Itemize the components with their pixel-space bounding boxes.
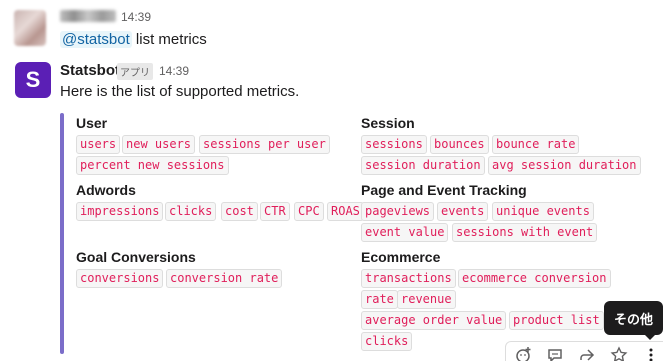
metric-tag: cost xyxy=(221,202,258,221)
message-timestamp[interactable]: 14:39 xyxy=(121,10,151,24)
metric-tag: unique events xyxy=(492,202,594,221)
attachment-color-bar xyxy=(60,113,64,354)
message-body: list metrics xyxy=(131,31,207,48)
metric-tag: conversion rate xyxy=(166,269,283,288)
metric-tag: rate xyxy=(361,290,398,309)
metric-tag: clicks xyxy=(361,332,413,351)
more-actions-icon[interactable] xyxy=(640,346,662,361)
metric-tag: ecommerce conversion xyxy=(458,269,611,288)
mention-link[interactable]: @statsbot xyxy=(60,31,132,48)
metric-tag: avg session duration xyxy=(488,156,641,175)
share-forward-icon[interactable] xyxy=(576,346,598,361)
field-title-goal-conversions: Goal Conversions xyxy=(76,249,196,265)
metric-tag: percent new sessions xyxy=(76,156,229,175)
user-avatar[interactable] xyxy=(14,10,46,46)
field-title-session: Session xyxy=(361,115,415,131)
metric-tag: new users xyxy=(122,135,196,154)
reply-thread-icon[interactable] xyxy=(544,346,566,361)
message-text: Here is the list of supported metrics. xyxy=(60,83,300,100)
metric-tag: average order value xyxy=(361,311,507,330)
metric-tag: sessions with event xyxy=(452,223,598,242)
field-title-ecommerce: Ecommerce xyxy=(361,249,441,265)
star-icon[interactable] xyxy=(608,346,630,361)
metric-tag: ROAS xyxy=(327,202,364,221)
message-timestamp[interactable]: 14:39 xyxy=(159,64,189,78)
field-title-adwords: Adwords xyxy=(76,182,136,198)
metric-tag: bounce rate xyxy=(492,135,580,154)
bot-name[interactable]: Statsbot xyxy=(60,62,120,79)
metric-tag: session duration xyxy=(361,156,485,175)
message-text: @statsbot list metrics xyxy=(60,31,207,48)
metric-tag: sessions per user xyxy=(199,135,330,154)
metric-tag: bounces xyxy=(430,135,489,154)
metric-tag: users xyxy=(76,135,121,154)
metric-tag: events xyxy=(437,202,489,221)
metric-tag: pageviews xyxy=(361,202,435,221)
metric-tag: CPC xyxy=(294,202,324,221)
metric-tag: product list xyxy=(509,311,604,330)
bot-avatar[interactable]: S xyxy=(15,62,51,98)
metric-tag: sessions xyxy=(361,135,427,154)
tooltip-arrow xyxy=(645,335,655,340)
metric-tag: impressions xyxy=(76,202,164,221)
metric-tag: event value xyxy=(361,223,449,242)
field-title-user: User xyxy=(76,115,108,131)
metric-tag: clicks xyxy=(165,202,217,221)
slack-message-pane: 14:39 @statsbot list metrics S Statsbot … xyxy=(0,0,663,361)
metric-tag: transactions xyxy=(361,269,456,288)
more-actions-tooltip: その他 xyxy=(604,301,663,335)
app-badge: アプリ xyxy=(117,63,153,80)
field-title-page-event-tracking: Page and Event Tracking xyxy=(361,182,527,198)
metric-tag: conversions xyxy=(76,269,164,288)
metric-tag: CTR xyxy=(260,202,290,221)
metric-tag: revenue xyxy=(397,290,456,309)
add-reaction-icon[interactable] xyxy=(512,346,534,361)
user-name-redacted[interactable] xyxy=(60,10,116,22)
